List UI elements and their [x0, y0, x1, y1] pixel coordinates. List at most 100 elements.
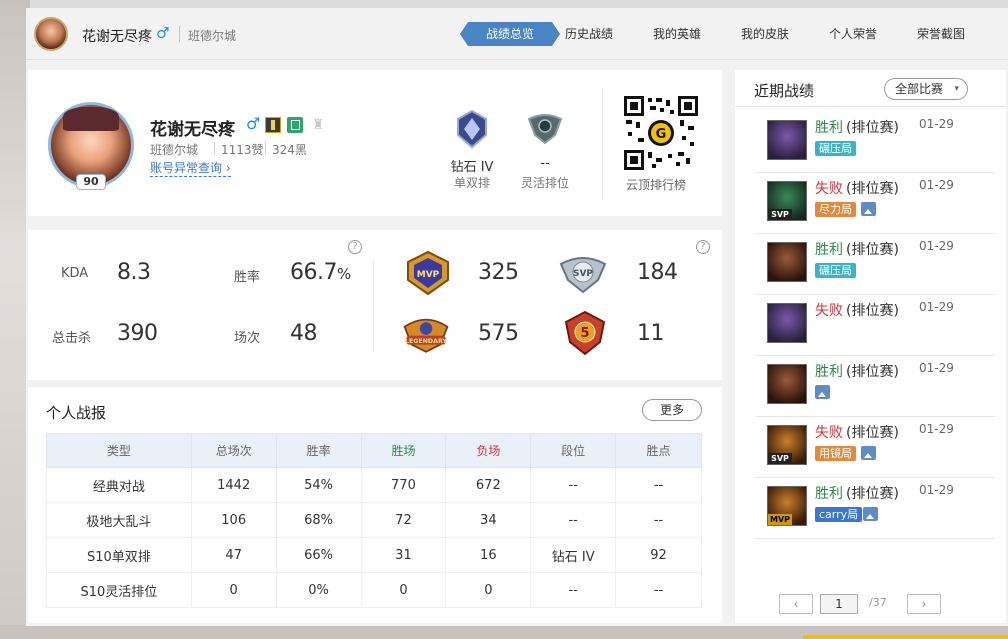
table-cell: --	[530, 467, 617, 503]
top-nav: 花谢无尽疼 ♂ 班德尔城 战绩总览 历史战绩 我的英雄 我的皮肤 个人荣誉 荣誉…	[26, 8, 1008, 60]
table-row: 极地大乱斗 106 68% 72 34 -- --	[46, 502, 702, 538]
table-row: 经典对战 1442 54% 770 672 -- --	[46, 467, 702, 503]
champion-portrait: MVP	[767, 486, 807, 526]
tab-my-skins[interactable]: 我的皮肤	[741, 22, 789, 46]
match-type: (排位赛)	[846, 364, 899, 380]
flex-rank-queue: 灵活排位	[520, 176, 569, 190]
mvp-honor-icon: MVP	[407, 250, 449, 296]
screenshot-icon[interactable]	[863, 507, 878, 521]
trophy-icon[interactable]: ♜	[309, 117, 327, 133]
vip-icon[interactable]	[265, 117, 281, 133]
more-button[interactable]: 更多	[642, 399, 702, 421]
table-cell: 34	[445, 502, 532, 538]
champion-portrait: SVP	[767, 181, 807, 221]
match-date: 01-29	[919, 117, 954, 131]
profile-name: 花谢无尽疼	[150, 120, 235, 140]
main-frame: 花谢无尽疼 ♂ 班德尔城 战绩总览 历史战绩 我的英雄 我的皮肤 个人荣誉 荣誉…	[26, 8, 1008, 626]
match-item[interactable]: 失败 (排位赛) 01-29	[755, 295, 995, 356]
match-item[interactable]: 胜利 (排位赛) 01-29	[755, 356, 995, 417]
kills-value: 390	[117, 321, 158, 346]
account-check-link[interactable]: 账号异常查询 ›	[150, 159, 231, 177]
champion-badge: MVP	[768, 514, 792, 525]
chevron-down-icon: ▾	[954, 84, 959, 94]
legendary-honor-icon: LEGENDARY	[403, 318, 449, 353]
table-cell: 钻石 IV	[530, 537, 617, 573]
table-cell: 106	[190, 502, 277, 538]
match-result: 胜利	[815, 242, 843, 258]
male-icon: ♂	[246, 114, 261, 133]
tab-honors[interactable]: 个人荣誉	[829, 22, 877, 46]
pagination: ‹ 1 /37 ›	[735, 594, 1006, 614]
champion-portrait	[767, 242, 807, 282]
svg-text:G: G	[656, 127, 667, 142]
table-cell: 1442	[190, 467, 277, 503]
help-icon[interactable]: ?	[348, 240, 362, 254]
screenshot-icon[interactable]	[815, 385, 830, 399]
winrate-label: 胜率	[234, 270, 261, 285]
tab-honor-screenshots[interactable]: 荣誉截图	[917, 22, 965, 46]
legendary-count: 575	[478, 321, 519, 346]
winrate-number: 66.7	[290, 260, 337, 285]
table-cell: 0	[360, 572, 447, 608]
profile-divider	[602, 90, 603, 198]
current-page[interactable]: 1	[820, 594, 858, 614]
svg-text:LEGENDARY: LEGENDARY	[405, 338, 447, 345]
table-cell: 经典对战	[46, 467, 192, 503]
level-badge: 90	[76, 174, 106, 190]
match-item[interactable]: 胜利 (排位赛) 01-29 碾压局	[755, 234, 995, 295]
total-pages: /37	[869, 596, 887, 609]
match-item[interactable]: SVP 失败 (排位赛) 01-29 用镜局	[755, 417, 995, 478]
match-type: (排位赛)	[846, 425, 899, 441]
nav-avatar[interactable]	[34, 17, 68, 51]
report-table: 类型 总场次 胜率 胜场 负场 段位 胜点 经典对战 1442 54% 770 …	[46, 433, 702, 608]
table-cell: 66%	[275, 537, 362, 573]
solo-rank-queue: 单双排	[453, 176, 490, 190]
recent-divider	[735, 106, 1006, 107]
table-cell: 47	[190, 537, 277, 573]
match-tag: 尽力局	[815, 202, 856, 217]
match-item[interactable]: 胜利 (排位赛) 01-29 碾压局	[755, 112, 995, 173]
match-result: 失败	[815, 425, 843, 441]
tab-history[interactable]: 历史战绩	[565, 22, 613, 46]
table-cell: 68%	[275, 502, 362, 538]
table-row: S10灵活排位 0 0% 0 0 -- --	[46, 572, 702, 608]
match-tag: 碾压局	[815, 141, 856, 156]
match-filter-dropdown[interactable]: 全部比赛 ▾	[884, 78, 968, 100]
match-tag: 碾压局	[815, 263, 856, 278]
report-title: 个人战报	[46, 404, 107, 422]
champion-portrait: SVP	[767, 425, 807, 465]
screenshot-icon[interactable]	[861, 202, 876, 216]
table-cell: 92	[615, 537, 702, 573]
winrate-unit: %	[336, 265, 351, 283]
match-date: 01-29	[919, 178, 954, 192]
nav-server: 班德尔城	[188, 29, 237, 43]
svg-text:SVP: SVP	[573, 269, 593, 279]
table-cell: 770	[360, 467, 447, 503]
match-result: 胜利	[815, 364, 843, 380]
champion-portrait	[767, 303, 807, 343]
next-page-button[interactable]: ›	[907, 594, 941, 614]
tab-overview[interactable]: 战绩总览	[459, 22, 561, 46]
match-date: 01-29	[919, 239, 954, 253]
screenshot-icon[interactable]	[861, 446, 876, 460]
games-label: 场次	[234, 331, 261, 346]
match-type: (排位赛)	[846, 181, 899, 197]
match-date: 01-29	[919, 483, 954, 497]
profile-divider	[265, 142, 266, 154]
match-item[interactable]: SVP 失败 (排位赛) 01-29 尽力局	[755, 173, 995, 234]
table-row: S10单双排 47 66% 31 16 钻石 IV 92	[46, 537, 702, 573]
tab-my-heroes[interactable]: 我的英雄	[653, 22, 701, 46]
help-icon[interactable]: ?	[696, 240, 710, 254]
col-total: 总场次	[190, 433, 277, 468]
match-item[interactable]: MVP 胜利 (排位赛) 01-29 carry局	[755, 478, 995, 539]
copy-icon[interactable]	[287, 117, 303, 133]
qr-code[interactable]: G	[624, 96, 698, 170]
kda-label: KDA	[61, 266, 89, 281]
nav-divider	[179, 26, 180, 42]
prev-page-button[interactable]: ‹	[779, 594, 813, 614]
match-date: 01-29	[919, 361, 954, 375]
champion-badge: SVP	[768, 209, 792, 220]
solo-rank-tier: 钻石 IV	[450, 160, 494, 175]
table-cell: --	[530, 502, 617, 538]
blacks-count: 324黑	[272, 143, 307, 157]
